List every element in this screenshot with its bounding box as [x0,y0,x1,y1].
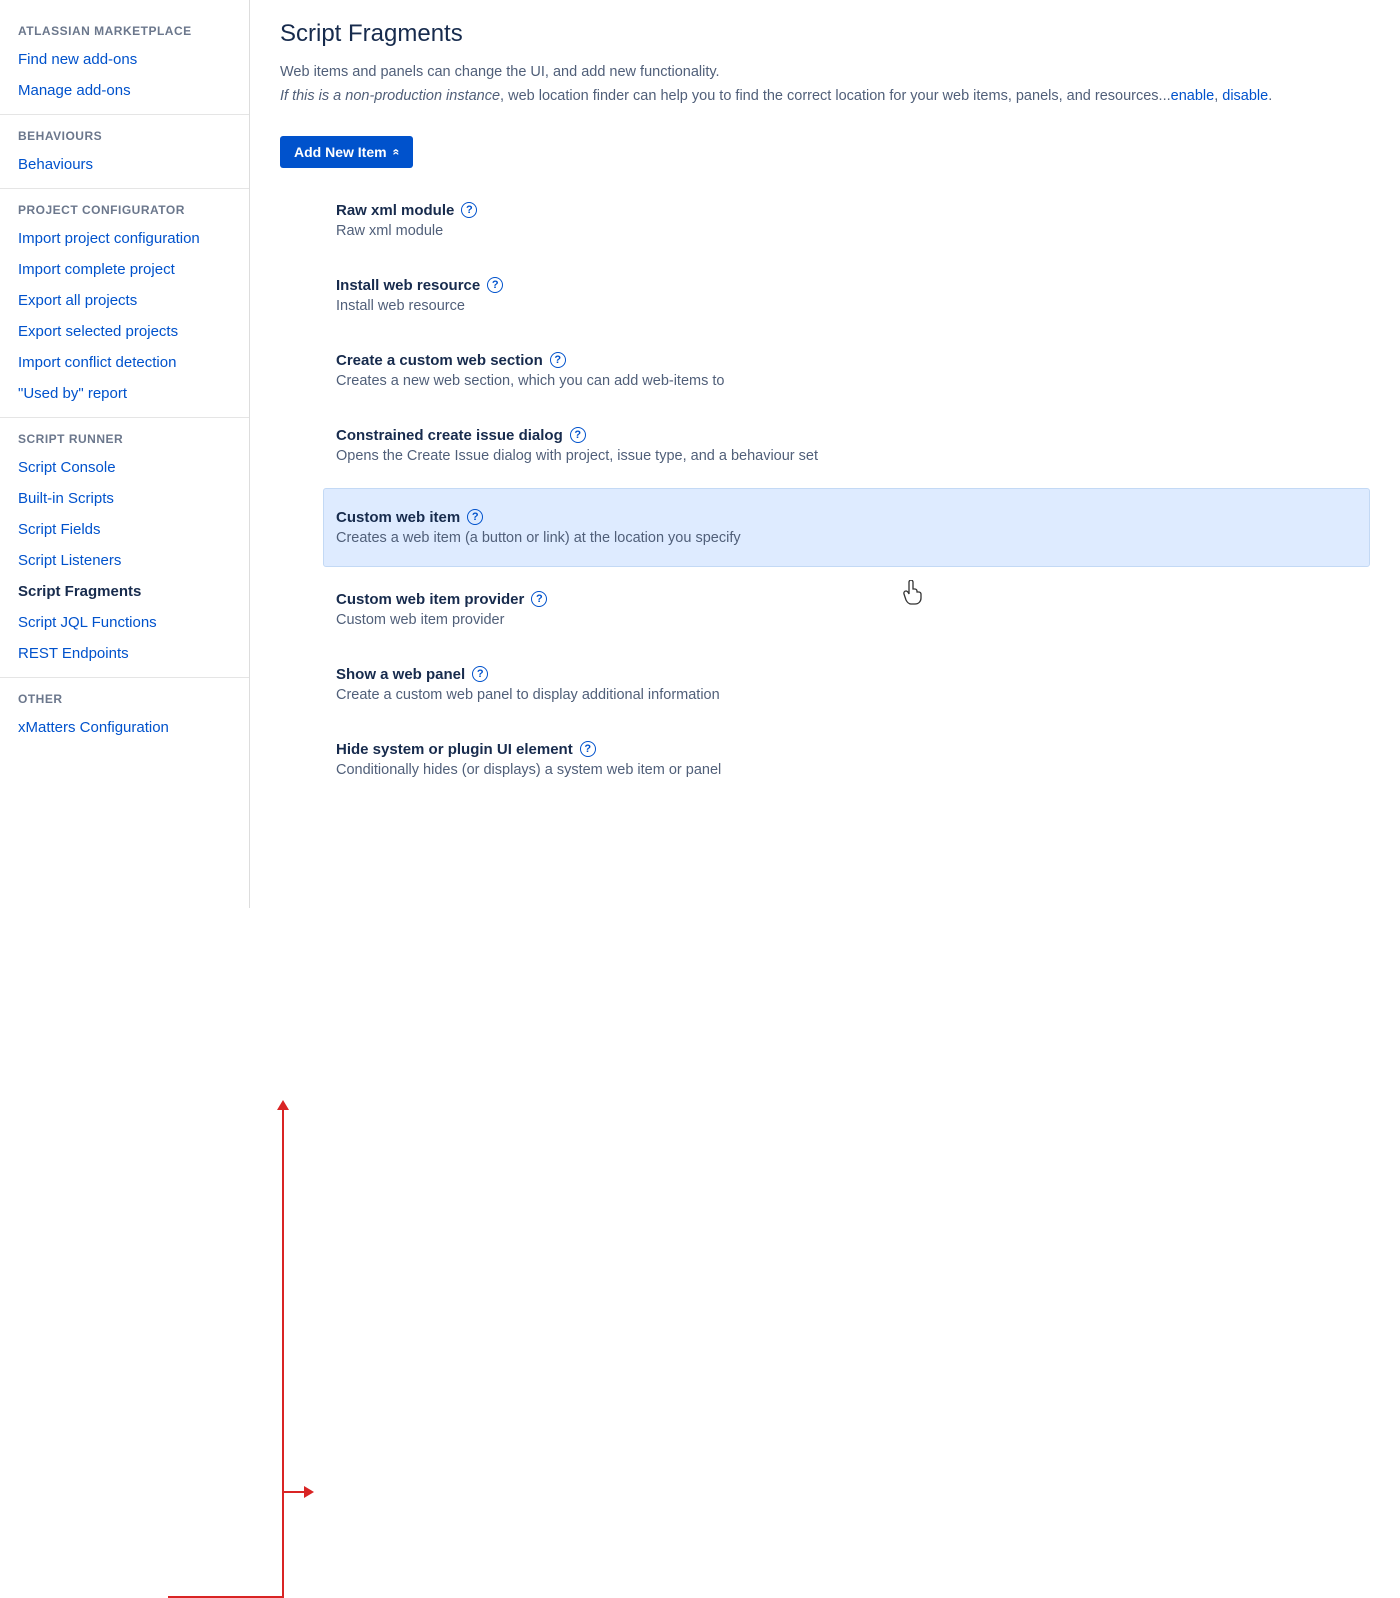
sidebar-item-import-complete-project[interactable]: Import complete project [0,254,249,285]
intro-text: Web items and panels can change the UI, … [280,62,1370,84]
item-install-web-resource[interactable]: Install web resource?Install web resourc… [324,263,1370,328]
intro-rest: , web location finder can help you to fi… [500,88,1171,104]
main-content: Script Fragments Web items and panels ca… [250,0,1400,908]
item-custom-web-item[interactable]: Custom web item? Creates a web item (a bu… [323,488,1370,567]
sidebar-item-find-new-addons[interactable]: Find new add-ons [0,44,249,75]
sidebar: ATLASSIAN MARKETPLACEFind new add-onsMan… [0,0,250,908]
items-list: Raw xml module? Raw xml module Install web… [324,188,1370,792]
item-desc: Creates a web item (a button or link) at… [336,530,1357,546]
sidebar-item-script-console[interactable]: Script Console [0,452,249,483]
help-icon[interactable]: ? [467,509,483,525]
intro-subtext: If this is a non-production instance, we… [280,86,1370,108]
sidebar-header: OTHER [0,686,249,712]
item-title: Custom web item? [336,509,483,526]
item-show-web-panel[interactable]: Show a web panel? Create a custom web pan… [324,652,1370,717]
item-create-custom-web-section[interactable]: Create a custom web section? Creates a ne… [324,338,1370,403]
item-title: Custom web item provider? [336,591,547,608]
item-desc: Custom web item provider [336,612,1358,628]
sidebar-header: ATLASSIAN MARKETPLACE [0,18,249,44]
sidebar-item-builtin-scripts[interactable]: Built-in Scripts [0,483,249,514]
sidebar-item-xmatters-config[interactable]: xMatters Configuration [0,712,249,743]
sidebar-header: PROJECT CONFIGURATOR [0,197,249,223]
sidebar-item-script-jql-functions[interactable]: Script JQL Functions [0,607,249,638]
sidebar-item-script-listeners[interactable]: Script Listeners [0,545,249,576]
sidebar-item-import-conflict-detection[interactable]: Import conflict detection [0,347,249,378]
item-desc: Create a custom web panel to display add… [336,687,1358,703]
item-hide-ui-element[interactable]: Hide system or plugin UI element? Conditi… [324,727,1370,792]
sidebar-item-export-all-projects[interactable]: Export all projects [0,285,249,316]
item-desc: Raw xml module [336,223,1358,239]
sidebar-item-rest-endpoints[interactable]: REST Endpoints [0,638,249,669]
help-icon[interactable]: ? [461,202,477,218]
item-desc: Creates a new web section, which you can… [336,373,1358,389]
item-desc: Opens the Create Issue dialog with proje… [336,448,1358,464]
disable-link[interactable]: disable [1222,88,1268,104]
page-title: Script Fragments [280,20,1370,48]
add-button-label: Add New Item [294,144,387,160]
sidebar-group: BEHAVIOURSBehaviours [0,115,249,189]
chevron-up-icon: « [389,148,403,155]
help-icon[interactable]: ? [570,427,586,443]
add-new-item-button[interactable]: Add New Item « [280,136,413,168]
help-icon[interactable]: ? [580,741,596,757]
sidebar-item-behaviours[interactable]: Behaviours [0,149,249,180]
help-icon[interactable]: ? [531,591,547,607]
help-icon[interactable]: ? [472,666,488,682]
sidebar-group: PROJECT CONFIGURATORImport project confi… [0,189,249,418]
help-icon[interactable]: ? [487,277,503,293]
sidebar-item-import-project-config[interactable]: Import project configuration [0,223,249,254]
item-constrained-create-issue[interactable]: Constrained create issue dialog? Opens th… [324,413,1370,478]
item-desc: Install web resource [336,298,1358,314]
item-title: Raw xml module? [336,202,477,219]
sidebar-item-script-fragments[interactable]: Script Fragments [0,576,249,607]
enable-link[interactable]: enable [1171,88,1215,104]
item-title: Hide system or plugin UI element? [336,741,596,758]
item-title: Show a web panel? [336,666,488,683]
sidebar-group: SCRIPT RUNNERScript ConsoleBuilt-in Scri… [0,418,249,678]
sidebar-header: SCRIPT RUNNER [0,426,249,452]
item-title: Constrained create issue dialog? [336,427,586,444]
item-raw-xml-module[interactable]: Raw xml module? Raw xml module [324,188,1370,253]
item-custom-web-item-provider[interactable]: Custom web item provider?Custom web item… [324,577,1370,642]
item-desc: Conditionally hides (or displays) a syst… [336,762,1358,778]
sidebar-header: BEHAVIOURS [0,123,249,149]
item-title: Install web resource? [336,277,503,294]
help-icon[interactable]: ? [550,352,566,368]
intro-italic: If this is a non-production instance [280,88,500,104]
sidebar-item-export-selected-projects[interactable]: Export selected projects [0,316,249,347]
sidebar-group: ATLASSIAN MARKETPLACEFind new add-onsMan… [0,10,249,115]
sidebar-item-manage-addons[interactable]: Manage add-ons [0,75,249,106]
sidebar-item-script-fields[interactable]: Script Fields [0,514,249,545]
item-title: Create a custom web section? [336,352,566,369]
sidebar-group: OTHERxMatters Configuration [0,678,249,751]
sidebar-item-used-by-report[interactable]: "Used by" report [0,378,249,409]
